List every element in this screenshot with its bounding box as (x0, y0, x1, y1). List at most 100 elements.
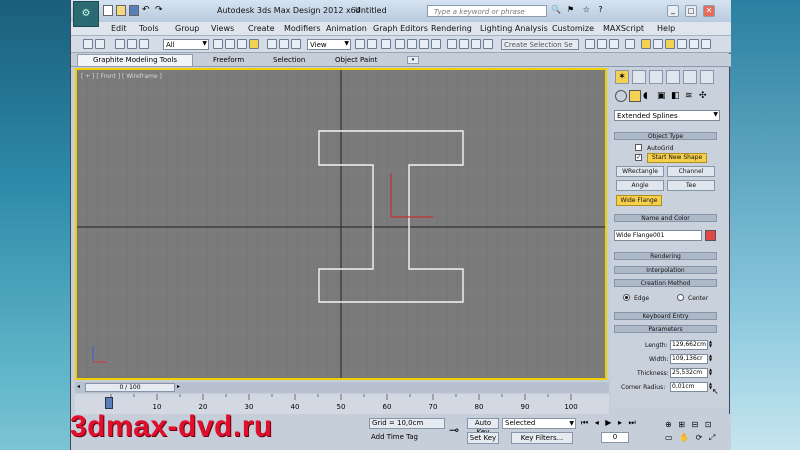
length-spinner[interactable]: ▲ ▼ (709, 340, 715, 350)
shapes-icon[interactable] (629, 90, 641, 102)
help-icons[interactable]: ⚑ ☆ ? (567, 5, 606, 14)
playback-controls[interactable]: ⏮ ◂ ▶ ▸ ⏭ (581, 418, 651, 429)
percent-snap-icon[interactable] (419, 39, 429, 49)
rollout-rendering[interactable]: Rendering (614, 252, 717, 260)
angle-snap-icon[interactable] (407, 39, 417, 49)
pivot-center-icon[interactable] (355, 39, 365, 49)
cameras-icon[interactable]: ▣ (657, 90, 669, 102)
app-logo-icon[interactable]: ⚙ (73, 1, 99, 27)
angle-button[interactable]: Angle (616, 180, 664, 191)
rollout-interpolation[interactable]: Interpolation (614, 266, 717, 274)
mirror-icon[interactable] (459, 39, 469, 49)
search-input[interactable]: Type a keyword or phrase (434, 8, 525, 16)
environment-icon[interactable] (701, 39, 711, 49)
key-icon[interactable] (105, 397, 113, 409)
redo-tool-icon[interactable] (95, 39, 105, 49)
open-icon[interactable] (116, 5, 126, 16)
selection-filter-dropdown[interactable]: All ▼ (163, 39, 209, 50)
rendered-frame-icon[interactable] (653, 39, 663, 49)
length-field[interactable]: 129,662cm (670, 340, 708, 350)
helpers-icon[interactable]: ◧ (671, 90, 683, 102)
menu-modifiers[interactable]: Modifiers (284, 24, 321, 33)
menu-tools[interactable]: Tools (139, 24, 159, 33)
render-production-icon[interactable] (665, 39, 675, 49)
category-dropdown[interactable]: Extended Splines ▼ (614, 110, 720, 121)
object-color-swatch[interactable] (705, 230, 716, 241)
start-new-shape-button[interactable]: Start New Shape (647, 153, 707, 163)
rollout-parameters[interactable]: Parameters (614, 325, 717, 333)
key-selection-dropdown[interactable]: Selected ▼ (502, 418, 576, 429)
ribbon-options-icon[interactable]: ▾ (407, 56, 419, 64)
time-slider-next[interactable]: ▸ (177, 383, 180, 390)
modify-tab-icon[interactable] (632, 70, 646, 84)
graphite-toggle-icon[interactable] (585, 39, 595, 49)
menu-customize[interactable]: Customize (552, 24, 594, 33)
menu-graph-editors[interactable]: Graph Editors (373, 24, 428, 33)
hierarchy-tab-icon[interactable] (649, 70, 663, 84)
rollout-object-type[interactable]: Object Type (614, 132, 717, 140)
object-name-field[interactable]: Wide Flange001 (614, 230, 702, 241)
menu-create[interactable]: Create (248, 24, 275, 33)
edge-radio[interactable] (623, 294, 630, 301)
material-editor-icon[interactable] (625, 39, 635, 49)
redo-icon[interactable]: ↷ (155, 5, 165, 16)
move-icon[interactable] (267, 39, 277, 49)
rollout-creation-method[interactable]: Creation Method (614, 279, 717, 287)
add-time-tag-button[interactable]: Add Time Tag (369, 432, 445, 444)
time-slider-prev[interactable]: ◂ (77, 383, 80, 390)
space-warps-icon[interactable]: ≋ (685, 90, 697, 102)
viewport-canvas[interactable] (77, 70, 605, 378)
spinner-snap-icon[interactable] (431, 39, 441, 49)
named-selection-set-dropdown[interactable]: Create Selection Se (501, 39, 579, 50)
search-box[interactable]: Type a keyword or phrase (427, 5, 547, 17)
undo-tool-icon[interactable] (83, 39, 93, 49)
thickness-field[interactable]: 25,532cm (670, 368, 708, 378)
auto-key-button[interactable]: Auto Key (467, 418, 499, 436)
width-field[interactable]: 109,136cr (670, 354, 708, 364)
rollout-name-and-color[interactable]: Name and Color (614, 214, 717, 222)
key-mode-icon[interactable]: ⊸ (449, 423, 459, 437)
key-filters-button[interactable]: Key Filters... (511, 432, 573, 444)
time-slider-thumb[interactable]: 0 / 100 (85, 383, 175, 392)
lights-icon[interactable]: ◖ (643, 90, 655, 102)
select-manipulate-icon[interactable] (367, 39, 377, 49)
time-slider[interactable]: ◂ 0 / 100 ▸ (75, 382, 609, 393)
minimize-button[interactable]: _ (667, 5, 679, 17)
menu-edit[interactable]: Edit (111, 24, 127, 33)
window-crossing-icon[interactable] (249, 39, 259, 49)
menu-views[interactable]: Views (211, 24, 234, 33)
set-key-button[interactable]: Set Key (467, 432, 499, 444)
save-icon[interactable] (129, 5, 139, 16)
tee-button[interactable]: Tee (667, 180, 715, 191)
bind-space-warp-icon[interactable] (139, 39, 149, 49)
select-by-name-icon[interactable] (225, 39, 235, 49)
maximize-button[interactable]: □ (685, 5, 697, 17)
close-button[interactable]: ✕ (703, 5, 715, 17)
current-frame-field[interactable]: 0 (601, 432, 629, 443)
keyboard-shortcut-icon[interactable] (381, 39, 391, 49)
menu-maxscript[interactable]: MAXScript (603, 24, 644, 33)
menu-animation[interactable]: Animation (326, 24, 367, 33)
quick-access-icons[interactable]: ↶ ↷ (103, 5, 173, 17)
tab-graphite-modeling-tools[interactable]: Graphite Modeling Tools (77, 54, 193, 67)
link-icon[interactable] (115, 39, 125, 49)
menu-rendering[interactable]: Rendering (431, 24, 472, 33)
start-new-shape-checkbox[interactable]: ✓ (635, 154, 642, 161)
width-spinner[interactable]: ▲ ▼ (709, 354, 715, 364)
viewport-front[interactable]: [ + ] [ Front ] [ Wireframe ] (75, 68, 607, 380)
tab-object-paint[interactable]: Object Paint (335, 56, 377, 64)
autogrid-checkbox[interactable] (635, 144, 642, 151)
wrectangle-button[interactable]: WRectangle (616, 166, 664, 177)
undo-icon[interactable]: ↶ (142, 5, 152, 16)
menu-help[interactable]: Help (657, 24, 675, 33)
utilities-tab-icon[interactable] (700, 70, 714, 84)
reference-coord-dropdown[interactable]: View ▼ (307, 39, 351, 50)
scale-icon[interactable] (291, 39, 301, 49)
viewport-label[interactable]: [ + ] [ Front ] [ Wireframe ] (81, 73, 162, 80)
nav-controls[interactable]: ⊕ ⊞ ⊟ ⊡ ▭ ✋ ⟳ ⤢ (665, 418, 725, 448)
new-icon[interactable] (103, 5, 113, 16)
menu-group[interactable]: Group (175, 24, 199, 33)
tab-selection[interactable]: Selection (273, 56, 305, 64)
thickness-spinner[interactable]: ▲ ▼ (709, 368, 715, 378)
search-icon[interactable]: 🔍 (551, 5, 561, 14)
